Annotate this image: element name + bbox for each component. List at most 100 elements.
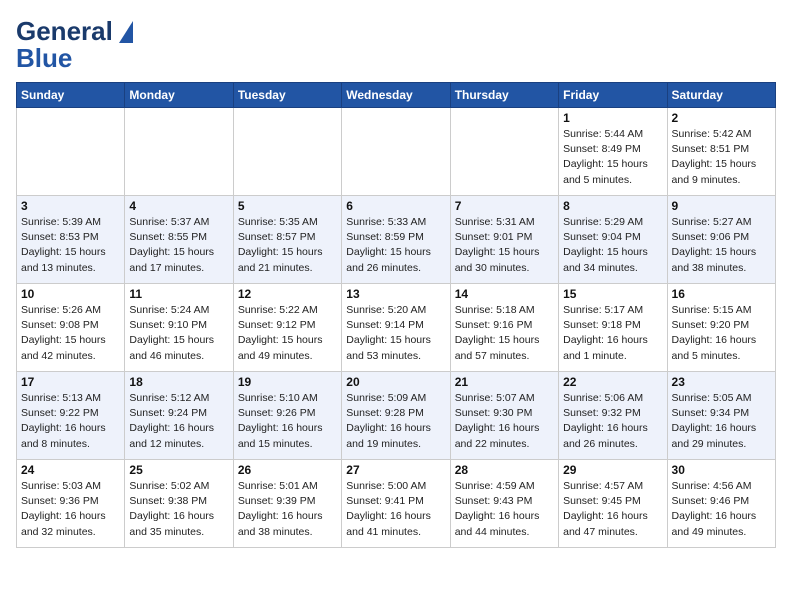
calendar-cell: 12 Sunrise: 5:22 AM Sunset: 9:12 PM Dayli…: [233, 284, 341, 372]
calendar-week-row: 24 Sunrise: 5:03 AM Sunset: 9:36 PM Dayli…: [17, 460, 776, 548]
day-info: Sunrise: 5:07 AM Sunset: 9:30 PM Dayligh…: [455, 391, 554, 452]
calendar-cell: 3Sunrise: 5:39 AM Sunset: 8:53 PM Daylig…: [17, 196, 125, 284]
day-number: 7: [455, 199, 554, 213]
day-number: 2: [672, 111, 771, 125]
day-info: Sunrise: 5:20 AM Sunset: 9:14 PM Dayligh…: [346, 303, 445, 364]
calendar-cell: [125, 108, 233, 196]
logo-text-blue: Blue: [16, 43, 72, 74]
day-number: 6: [346, 199, 445, 213]
weekday-header-thursday: Thursday: [450, 83, 558, 108]
calendar-cell: 10 Sunrise: 5:26 AM Sunset: 9:08 PM Dayli…: [17, 284, 125, 372]
calendar-cell: 20 Sunrise: 5:09 AM Sunset: 9:28 PM Dayli…: [342, 372, 450, 460]
calendar-cell: [450, 108, 558, 196]
day-info: Sunrise: 5:37 AM Sunset: 8:55 PM Dayligh…: [129, 215, 228, 276]
calendar-cell: 7 Sunrise: 5:31 AM Sunset: 9:01 PM Daylig…: [450, 196, 558, 284]
calendar-table: SundayMondayTuesdayWednesdayThursdayFrid…: [16, 82, 776, 548]
calendar-cell: 23 Sunrise: 5:05 AM Sunset: 9:34 PM Dayli…: [667, 372, 775, 460]
calendar-cell: 5 Sunrise: 5:35 AM Sunset: 8:57 PM Daylig…: [233, 196, 341, 284]
day-info: Sunrise: 5:22 AM Sunset: 9:12 PM Dayligh…: [238, 303, 337, 364]
logo-triangle-icon: [119, 21, 133, 43]
day-info: Sunrise: 5:33 AM Sunset: 8:59 PM Dayligh…: [346, 215, 445, 276]
day-number: 1: [563, 111, 662, 125]
day-info: Sunrise: 5:29 AM Sunset: 9:04 PM Dayligh…: [563, 215, 662, 276]
day-number: 5: [238, 199, 337, 213]
calendar-cell: 8Sunrise: 5:29 AM Sunset: 9:04 PM Daylig…: [559, 196, 667, 284]
day-number: 15: [563, 287, 662, 301]
day-number: 27: [346, 463, 445, 477]
day-info: Sunrise: 5:18 AM Sunset: 9:16 PM Dayligh…: [455, 303, 554, 364]
calendar-cell: 13 Sunrise: 5:20 AM Sunset: 9:14 PM Dayli…: [342, 284, 450, 372]
day-info: Sunrise: 5:05 AM Sunset: 9:34 PM Dayligh…: [672, 391, 771, 452]
calendar-cell: 15 Sunrise: 5:17 AM Sunset: 9:18 PM Dayli…: [559, 284, 667, 372]
day-info: Sunrise: 5:03 AM Sunset: 9:36 PM Dayligh…: [21, 479, 120, 540]
day-number: 30: [672, 463, 771, 477]
day-number: 3: [21, 199, 120, 213]
calendar-week-row: 3Sunrise: 5:39 AM Sunset: 8:53 PM Daylig…: [17, 196, 776, 284]
weekday-header-friday: Friday: [559, 83, 667, 108]
weekday-header-saturday: Saturday: [667, 83, 775, 108]
weekday-header-tuesday: Tuesday: [233, 83, 341, 108]
page-header: General Blue: [16, 16, 776, 74]
calendar-cell: 1 Sunrise: 5:44 AM Sunset: 8:49 PM Daylig…: [559, 108, 667, 196]
weekday-header-wednesday: Wednesday: [342, 83, 450, 108]
day-info: Sunrise: 4:57 AM Sunset: 9:45 PM Dayligh…: [563, 479, 662, 540]
calendar-cell: 21 Sunrise: 5:07 AM Sunset: 9:30 PM Dayli…: [450, 372, 558, 460]
day-number: 26: [238, 463, 337, 477]
day-number: 24: [21, 463, 120, 477]
calendar-cell: 17 Sunrise: 5:13 AM Sunset: 9:22 PM Dayli…: [17, 372, 125, 460]
calendar-week-row: 17 Sunrise: 5:13 AM Sunset: 9:22 PM Dayli…: [17, 372, 776, 460]
day-number: 12: [238, 287, 337, 301]
day-info: Sunrise: 5:00 AM Sunset: 9:41 PM Dayligh…: [346, 479, 445, 540]
day-info: Sunrise: 5:35 AM Sunset: 8:57 PM Dayligh…: [238, 215, 337, 276]
day-number: 14: [455, 287, 554, 301]
day-info: Sunrise: 5:15 AM Sunset: 9:20 PM Dayligh…: [672, 303, 771, 364]
day-number: 9: [672, 199, 771, 213]
day-info: Sunrise: 5:26 AM Sunset: 9:08 PM Dayligh…: [21, 303, 120, 364]
calendar-cell: 19 Sunrise: 5:10 AM Sunset: 9:26 PM Dayli…: [233, 372, 341, 460]
calendar-header-row: SundayMondayTuesdayWednesdayThursdayFrid…: [17, 83, 776, 108]
day-number: 23: [672, 375, 771, 389]
day-number: 11: [129, 287, 228, 301]
day-number: 10: [21, 287, 120, 301]
day-number: 4: [129, 199, 228, 213]
calendar-cell: 4 Sunrise: 5:37 AM Sunset: 8:55 PM Daylig…: [125, 196, 233, 284]
calendar-cell: 14 Sunrise: 5:18 AM Sunset: 9:16 PM Dayli…: [450, 284, 558, 372]
day-number: 29: [563, 463, 662, 477]
calendar-cell: 29 Sunrise: 4:57 AM Sunset: 9:45 PM Dayli…: [559, 460, 667, 548]
day-info: Sunrise: 5:01 AM Sunset: 9:39 PM Dayligh…: [238, 479, 337, 540]
calendar-cell: 16 Sunrise: 5:15 AM Sunset: 9:20 PM Dayli…: [667, 284, 775, 372]
day-number: 21: [455, 375, 554, 389]
calendar-cell: 27 Sunrise: 5:00 AM Sunset: 9:41 PM Dayli…: [342, 460, 450, 548]
calendar-cell: 24 Sunrise: 5:03 AM Sunset: 9:36 PM Dayli…: [17, 460, 125, 548]
calendar-cell: 2 Sunrise: 5:42 AM Sunset: 8:51 PM Daylig…: [667, 108, 775, 196]
day-info: Sunrise: 5:17 AM Sunset: 9:18 PM Dayligh…: [563, 303, 662, 364]
calendar-cell: 9Sunrise: 5:27 AM Sunset: 9:06 PM Daylig…: [667, 196, 775, 284]
day-info: Sunrise: 5:06 AM Sunset: 9:32 PM Dayligh…: [563, 391, 662, 452]
day-number: 28: [455, 463, 554, 477]
calendar-cell: 11 Sunrise: 5:24 AM Sunset: 9:10 PM Dayli…: [125, 284, 233, 372]
calendar-cell: 28Sunrise: 4:59 AM Sunset: 9:43 PM Dayli…: [450, 460, 558, 548]
calendar-cell: 25Sunrise: 5:02 AM Sunset: 9:38 PM Dayli…: [125, 460, 233, 548]
day-info: Sunrise: 5:42 AM Sunset: 8:51 PM Dayligh…: [672, 127, 771, 188]
day-info: Sunrise: 5:31 AM Sunset: 9:01 PM Dayligh…: [455, 215, 554, 276]
day-info: Sunrise: 5:13 AM Sunset: 9:22 PM Dayligh…: [21, 391, 120, 452]
day-number: 20: [346, 375, 445, 389]
day-info: Sunrise: 4:56 AM Sunset: 9:46 PM Dayligh…: [672, 479, 771, 540]
day-number: 17: [21, 375, 120, 389]
day-info: Sunrise: 5:02 AM Sunset: 9:38 PM Dayligh…: [129, 479, 228, 540]
day-number: 16: [672, 287, 771, 301]
calendar-cell: 6 Sunrise: 5:33 AM Sunset: 8:59 PM Daylig…: [342, 196, 450, 284]
day-number: 19: [238, 375, 337, 389]
calendar-cell: 18Sunrise: 5:12 AM Sunset: 9:24 PM Dayli…: [125, 372, 233, 460]
calendar-week-row: 10 Sunrise: 5:26 AM Sunset: 9:08 PM Dayli…: [17, 284, 776, 372]
calendar-week-row: 1 Sunrise: 5:44 AM Sunset: 8:49 PM Daylig…: [17, 108, 776, 196]
day-info: Sunrise: 5:10 AM Sunset: 9:26 PM Dayligh…: [238, 391, 337, 452]
calendar-cell: [17, 108, 125, 196]
logo: General Blue: [16, 16, 133, 74]
calendar-cell: 30 Sunrise: 4:56 AM Sunset: 9:46 PM Dayli…: [667, 460, 775, 548]
day-info: Sunrise: 5:44 AM Sunset: 8:49 PM Dayligh…: [563, 127, 662, 188]
calendar-cell: [342, 108, 450, 196]
day-info: Sunrise: 5:09 AM Sunset: 9:28 PM Dayligh…: [346, 391, 445, 452]
day-info: Sunrise: 5:24 AM Sunset: 9:10 PM Dayligh…: [129, 303, 228, 364]
day-number: 13: [346, 287, 445, 301]
